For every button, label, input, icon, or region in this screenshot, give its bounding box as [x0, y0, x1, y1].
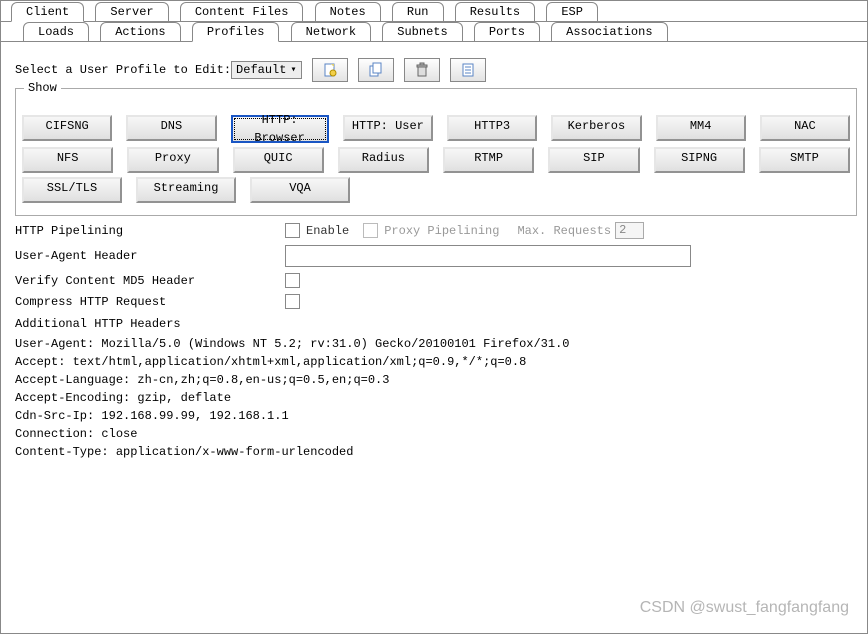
proto-radius[interactable]: Radius — [338, 147, 429, 173]
header-line: Accept: text/html,application/xhtml+xml,… — [15, 355, 857, 369]
proto-smtp[interactable]: SMTP — [759, 147, 850, 173]
header-line: User-Agent: Mozilla/5.0 (Windows NT 5.2;… — [15, 337, 857, 351]
proto-mm4[interactable]: MM4 — [656, 115, 746, 141]
tab-content-files[interactable]: Content Files — [180, 2, 304, 22]
compress-label: Compress HTTP Request — [15, 295, 215, 309]
proto-nfs[interactable]: NFS — [22, 147, 113, 173]
pipelining-enable-text: Enable — [306, 224, 349, 238]
max-requests-input: 2 — [615, 222, 644, 239]
proto-http-user[interactable]: HTTP: User — [343, 115, 433, 141]
tab-run[interactable]: Run — [392, 2, 444, 22]
tab-esp[interactable]: ESP — [546, 2, 598, 22]
show-legend: Show — [24, 81, 61, 95]
proto-http-browser[interactable]: HTTP: Browser — [231, 115, 329, 143]
http-pipelining-label: HTTP Pipelining — [15, 224, 215, 238]
additional-headers-title: Additional HTTP Headers — [15, 317, 857, 331]
user-agent-input[interactable] — [285, 245, 691, 267]
verify-md5-label: Verify Content MD5 Header — [15, 274, 215, 288]
proto-rtmp[interactable]: RTMP — [443, 147, 534, 173]
proxy-pipelining-text: Proxy Pipelining — [384, 224, 499, 238]
primary-tabs: Client Server Content Files Notes Run Re… — [1, 2, 867, 22]
proto-streaming[interactable]: Streaming — [136, 177, 236, 203]
new-profile-button[interactable] — [312, 58, 348, 82]
proto-cifsng[interactable]: CIFSNG — [22, 115, 112, 141]
tab-actions[interactable]: Actions — [100, 22, 180, 42]
tab-ports[interactable]: Ports — [474, 22, 540, 42]
tab-subnets[interactable]: Subnets — [382, 22, 462, 42]
tab-network[interactable]: Network — [291, 22, 371, 42]
tab-client[interactable]: Client — [11, 2, 84, 22]
tab-loads[interactable]: Loads — [23, 22, 89, 42]
proto-kerberos[interactable]: Kerberos — [551, 115, 641, 141]
proto-quic[interactable]: QUIC — [233, 147, 324, 173]
proxy-pipelining-checkbox — [363, 223, 378, 238]
max-requests-label: Max. Requests — [517, 224, 611, 238]
tab-notes[interactable]: Notes — [315, 2, 381, 22]
proto-ssl-tls[interactable]: SSL/TLS — [22, 177, 122, 203]
trash-icon — [414, 62, 430, 78]
header-line: Content-Type: application/x-www-form-url… — [15, 445, 857, 459]
secondary-tabs: Loads Actions Profiles Network Subnets P… — [1, 22, 867, 42]
show-fieldset: Show CIFSNG DNS HTTP: Browser HTTP: User… — [15, 88, 857, 216]
tab-profiles[interactable]: Profiles — [192, 22, 280, 42]
proto-vqa[interactable]: VQA — [250, 177, 350, 203]
pipelining-enable-checkbox[interactable] — [285, 223, 300, 238]
header-line: Cdn-Src-Ip: 192.168.99.99, 192.168.1.1 — [15, 409, 857, 423]
tab-results[interactable]: Results — [455, 2, 535, 22]
edit-profile-button[interactable] — [450, 58, 486, 82]
header-line: Connection: close — [15, 427, 857, 441]
new-file-icon — [322, 62, 338, 78]
proto-http3[interactable]: HTTP3 — [447, 115, 537, 141]
compress-checkbox[interactable] — [285, 294, 300, 309]
proto-sip[interactable]: SIP — [548, 147, 639, 173]
proto-nac[interactable]: NAC — [760, 115, 850, 141]
copy-icon — [368, 62, 384, 78]
tab-server[interactable]: Server — [95, 2, 168, 22]
proto-proxy[interactable]: Proxy — [127, 147, 218, 173]
delete-profile-button[interactable] — [404, 58, 440, 82]
tab-associations[interactable]: Associations — [551, 22, 667, 42]
header-line: Accept-Encoding: gzip, deflate — [15, 391, 857, 405]
header-line: Accept-Language: zh-cn,zh;q=0.8,en-us;q=… — [15, 373, 857, 387]
chevron-down-icon: ▾ — [290, 64, 296, 76]
user-agent-label: User-Agent Header — [15, 249, 215, 263]
copy-profile-button[interactable] — [358, 58, 394, 82]
proto-dns[interactable]: DNS — [126, 115, 216, 141]
select-profile-label: Select a User Profile to Edit: — [15, 63, 231, 77]
document-icon — [460, 62, 476, 78]
proto-sipng[interactable]: SIPNG — [654, 147, 745, 173]
watermark: CSDN @swust_fangfangfang — [640, 599, 849, 617]
profile-dropdown-value: Default — [236, 63, 286, 77]
verify-md5-checkbox[interactable] — [285, 273, 300, 288]
profile-dropdown[interactable]: Default ▾ — [231, 61, 301, 79]
